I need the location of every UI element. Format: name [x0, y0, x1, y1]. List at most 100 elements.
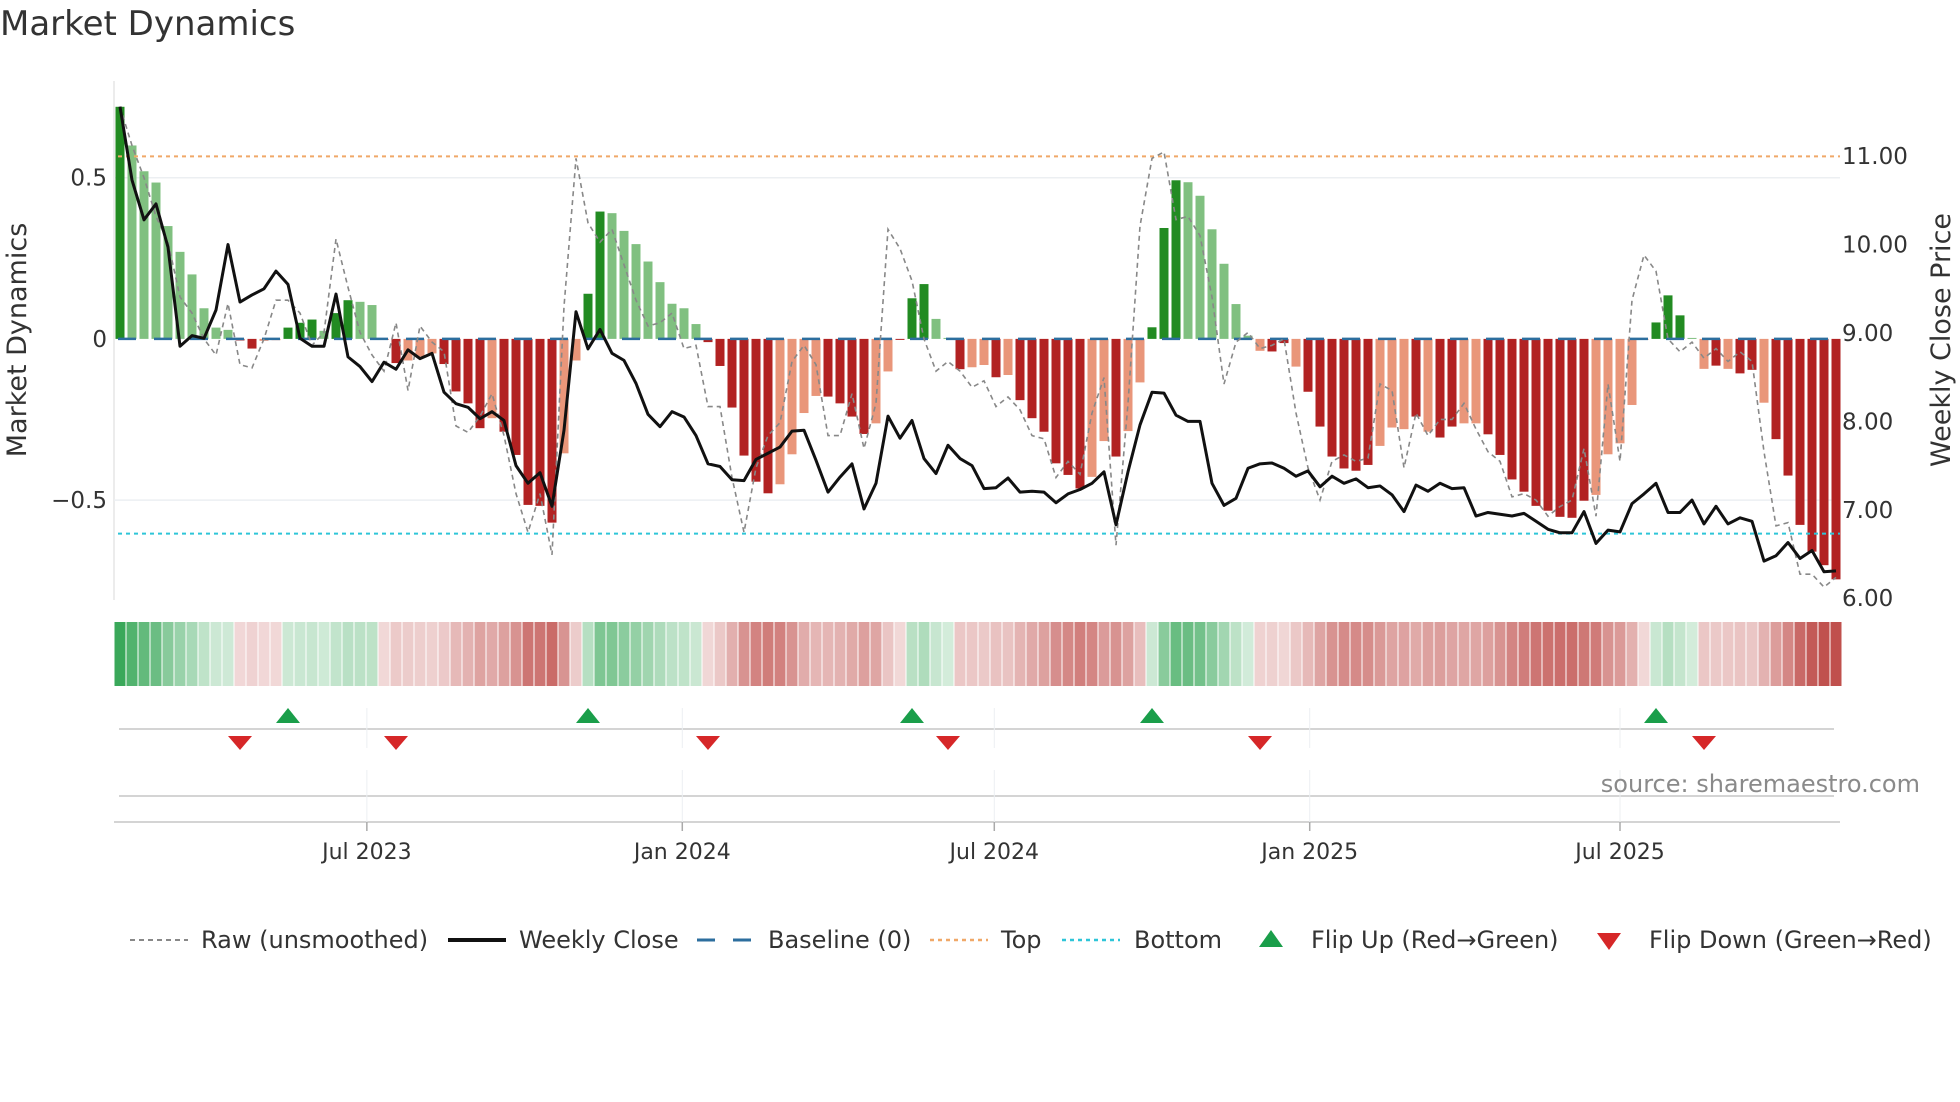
heat-strip-cell — [594, 622, 606, 686]
momentum-bar — [367, 305, 377, 339]
heat-strip-cell — [342, 622, 354, 686]
momentum-bar — [1231, 304, 1241, 339]
momentum-bar — [1315, 338, 1325, 427]
heat-strip-cell — [234, 622, 246, 686]
momentum-bar — [1075, 338, 1085, 489]
momentum-bar — [1567, 338, 1577, 518]
legend-label: Flip Up (Red→Green) — [1311, 926, 1559, 954]
momentum-bar — [1351, 338, 1361, 471]
momentum-bar — [1579, 338, 1589, 501]
heat-strip-cell — [702, 622, 714, 686]
heat-strip-cell — [390, 622, 402, 686]
heat-strip-cell — [486, 622, 498, 686]
momentum-bar — [691, 324, 701, 339]
heat-strip-cell — [1386, 622, 1398, 686]
heat-strip-cell — [918, 622, 930, 686]
momentum-bar — [1831, 338, 1841, 580]
heat-strip-cell — [270, 622, 282, 686]
heat-strip-cell — [198, 622, 210, 686]
momentum-bar — [1363, 338, 1373, 465]
heat-strip-cell — [1830, 622, 1842, 686]
momentum-bar — [1423, 338, 1433, 432]
heat-strip-cell — [1578, 622, 1590, 686]
momentum-bar — [1471, 338, 1481, 424]
momentum-bar — [1531, 338, 1541, 506]
raw-series-line — [119, 106, 1837, 589]
legend-item-flip_up: Flip Up (Red→Green) — [1259, 926, 1559, 954]
heat-strip-cell — [1494, 622, 1506, 686]
momentum-bar — [991, 338, 1001, 378]
heat-strip-cell — [282, 622, 294, 686]
y-tick-label: −0.5 — [51, 488, 107, 514]
heat-strip-cell — [1434, 622, 1446, 686]
momentum-bar — [1159, 227, 1169, 339]
momentum-bar — [1171, 180, 1181, 339]
momentum-bar — [1807, 338, 1817, 552]
heat-strip-cell — [1590, 622, 1602, 686]
heat-strip-cell — [1242, 622, 1254, 686]
momentum-bar — [1735, 338, 1745, 374]
heat-strip-cell — [522, 622, 534, 686]
momentum-bar — [223, 329, 233, 339]
momentum-bar — [1303, 338, 1313, 392]
momentum-bar — [583, 293, 593, 339]
legend-item-raw: Raw (unsmoothed) — [130, 926, 428, 954]
legend: Raw (unsmoothed) Weekly Close Baseline (0)… — [130, 926, 1932, 954]
legend-label: Bottom — [1134, 926, 1222, 954]
heat-strip-cell — [1698, 622, 1710, 686]
momentum-bar — [739, 338, 749, 456]
momentum-bar — [859, 338, 869, 434]
heat-strip-cell — [1362, 622, 1374, 686]
heat-strip-cell — [1710, 622, 1722, 686]
momentum-bar — [1195, 195, 1205, 339]
heat-strip-cell — [1074, 622, 1086, 686]
heat-strip-cell — [1230, 622, 1242, 686]
legend-flip-up-icon — [1259, 930, 1283, 947]
legend-label: Raw (unsmoothed) — [201, 926, 428, 954]
heat-strip-cell — [294, 622, 306, 686]
momentum-bar — [1759, 338, 1769, 403]
heat-strip-cell — [1734, 622, 1746, 686]
heat-strip-cell — [1218, 622, 1230, 686]
legend-label: Baseline (0) — [768, 926, 911, 954]
momentum-bar — [1675, 315, 1685, 339]
momentum-bar — [895, 338, 905, 340]
heat-strip-cell — [546, 622, 558, 686]
momentum-bar — [775, 338, 785, 485]
heat-strip-cell — [954, 622, 966, 686]
heat-strip-cell — [414, 622, 426, 686]
momentum-bar — [595, 211, 605, 339]
heat-strip-cell — [810, 622, 822, 686]
flip-down-marker — [228, 736, 252, 750]
momentum-bar — [1495, 338, 1505, 455]
heat-strip-cell — [834, 622, 846, 686]
heat-strip-cell — [1110, 622, 1122, 686]
momentum-bar — [1411, 338, 1421, 417]
heat-strip-cell — [726, 622, 738, 686]
x-tick-label: Jul 2025 — [1573, 840, 1665, 865]
momentum-bar — [1519, 338, 1529, 492]
flip-down-marker — [936, 736, 960, 750]
heat-strip-cell — [1806, 622, 1818, 686]
momentum-bar — [463, 338, 473, 404]
momentum-bar — [1603, 338, 1613, 455]
heat-strip-cell — [1566, 622, 1578, 686]
heat-strip-cell — [1506, 622, 1518, 686]
heat-strip-cell — [678, 622, 690, 686]
momentum-bar — [835, 338, 845, 404]
heat-strip-cell — [786, 622, 798, 686]
momentum-bar — [211, 327, 221, 339]
heat-strip-cell — [1782, 622, 1794, 686]
heat-strip-cell — [186, 622, 198, 686]
legend-label: Flip Down (Green→Red) — [1649, 926, 1932, 954]
heat-strip-cell — [246, 622, 258, 686]
heat-strip-cell — [1158, 622, 1170, 686]
momentum-bar — [1819, 338, 1829, 566]
momentum-bar — [1711, 338, 1721, 366]
flip-up-marker — [576, 708, 600, 723]
momentum-bar — [1591, 338, 1601, 495]
market-dynamics-chart: 0.5 0 −0.5 11.00 10.00 9.00 8.00 7.00 6.00 Market… — [2, 81, 1957, 954]
source-attribution: source: sharemaestro.com — [1601, 770, 1920, 798]
legend-item-baseline: Baseline (0) — [697, 926, 911, 954]
heat-strip-cell — [654, 622, 666, 686]
